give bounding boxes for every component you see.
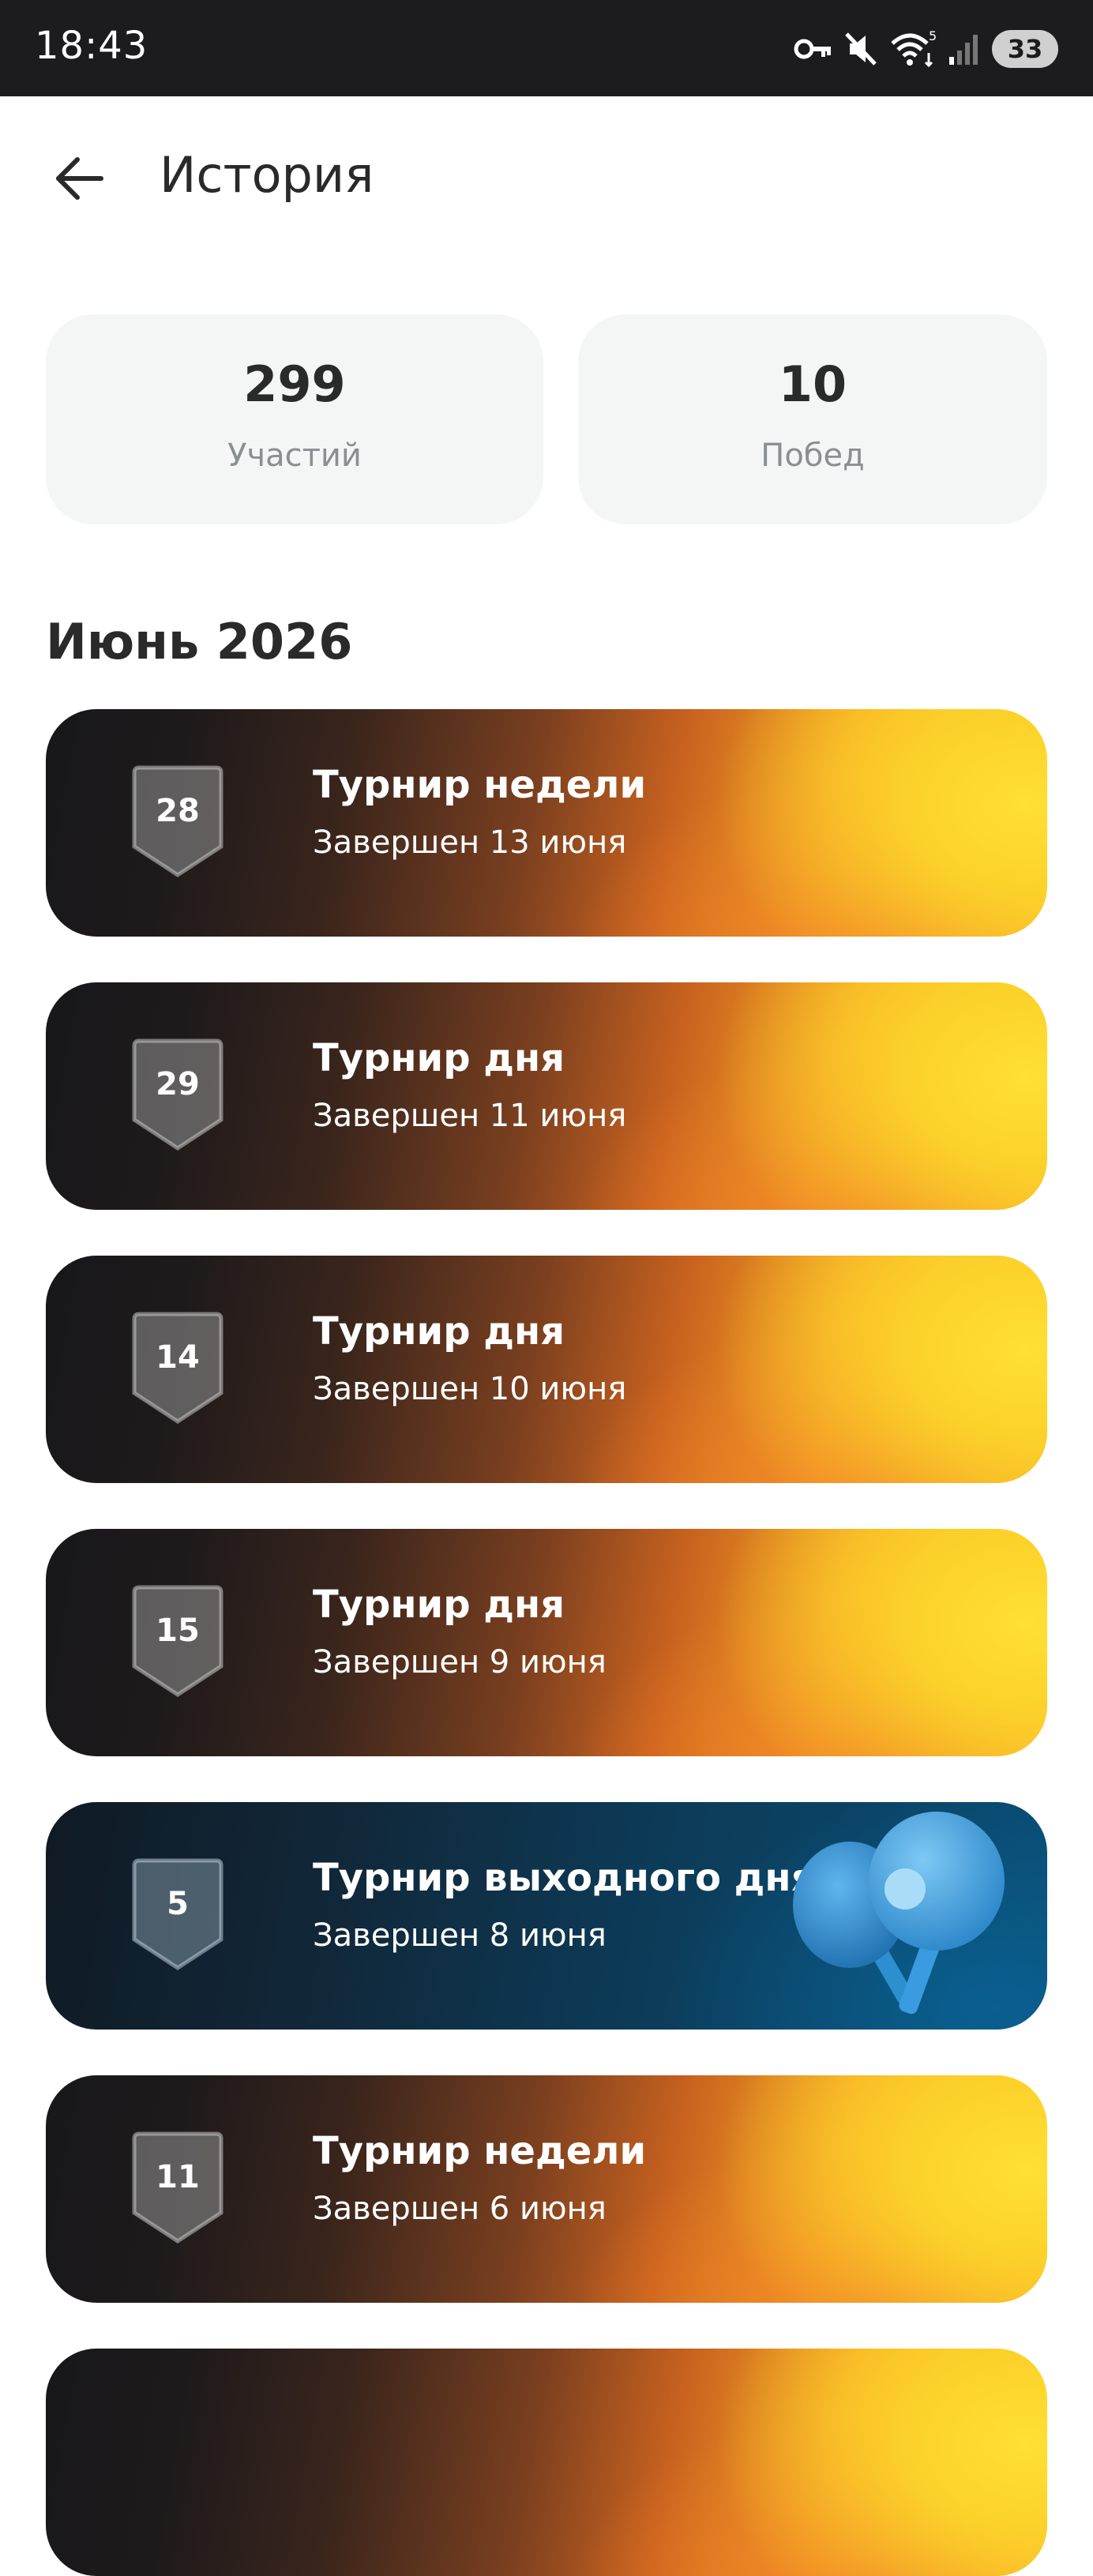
tournament-card[interactable]: 14 Турнир дня Завершен 10 июня [46,1256,1047,1483]
wifi-icon: 5 [889,29,937,69]
place-number: 15 [156,1613,200,1649]
place-number: 14 [156,1339,200,1376]
participations-label: Участий [227,437,362,474]
tournament-title: Турнир недели [313,763,647,807]
place-badge: 15 [131,1584,224,1699]
tournament-status: Завершен 9 июня [313,1644,607,1680]
tournament-title: Турнир дня [313,1583,565,1627]
page-title: История [160,146,374,204]
tournament-status: Завершен 13 июня [313,824,627,861]
tournament-title: Турнир выходного дня [313,1856,816,1900]
status-time: 18:43 [35,24,148,68]
tournament-card[interactable]: 5 Турнир выходного дня Завершен 8 июня [46,1802,1047,2030]
place-badge: 28 [131,764,224,880]
status-bar: 18:43 5 33 [0,0,1093,96]
tournament-status: Завершен 6 июня [313,2191,607,2227]
tournament-status: Завершен 8 июня [313,1917,607,1954]
participations-card: 299 Участий [46,314,543,524]
signal-icon [948,32,981,66]
place-badge: 14 [131,1311,224,1426]
place-number: 29 [156,1066,200,1102]
tournament-status: Завершен 10 июня [313,1371,627,1407]
tournament-card[interactable]: 11 Турнир недели Завершен 6 июня [46,2075,1047,2303]
wins-value: 10 [778,355,847,413]
arrow-left-icon [56,157,103,200]
svg-text:5: 5 [929,29,937,43]
place-number: 11 [156,2159,200,2195]
stats-summary: 299 Участий 10 Побед [46,314,1047,524]
place-number: 28 [156,793,200,829]
mute-icon [843,31,878,67]
ping-pong-paddles-icon [787,1810,1024,2030]
place-badge: 29 [131,1038,224,1153]
app-header: История [0,96,1093,259]
tournament-title: Турнир дня [313,1036,565,1080]
status-icons: 5 33 [793,27,1058,71]
place-number: 5 [167,1886,189,1922]
battery-indicator: 33 [992,30,1058,68]
tournament-card[interactable]: 28 Турнир недели Завершен 13 июня [46,709,1047,937]
tournament-status: Завершен 11 июня [313,1098,627,1134]
key-icon [793,33,832,65]
wins-label: Побед [761,437,865,474]
tournament-title: Турнир дня [313,1309,565,1354]
tournament-title: Турнир недели [313,2129,647,2173]
place-badge: 5 [131,1857,224,1973]
place-badge: 11 [131,2131,224,2246]
tournament-card[interactable]: 15 Турнир дня Завершен 9 июня [46,1529,1047,1756]
tournament-card[interactable] [46,2349,1047,2576]
month-heading: Июнь 2026 [46,613,353,670]
participations-value: 299 [243,355,346,413]
tournament-card[interactable]: 29 Турнир дня Завершен 11 июня [46,982,1047,1210]
back-button[interactable] [44,144,114,213]
wins-card: 10 Побед [578,314,1047,524]
